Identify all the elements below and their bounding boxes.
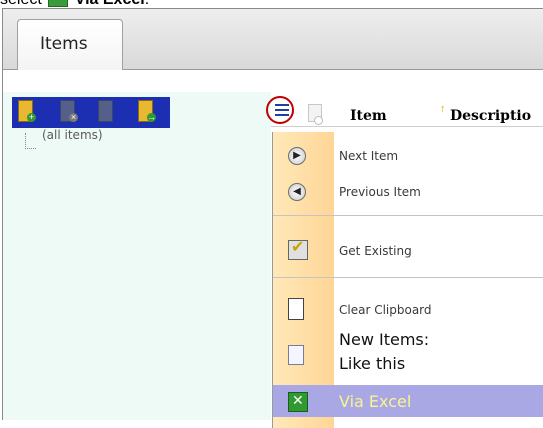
clipboard-icon	[288, 298, 304, 320]
menu-icon-bar	[275, 104, 289, 106]
menu-separator	[273, 215, 543, 216]
menu-item-clear-clipboard[interactable]: Clear Clipboard	[273, 295, 543, 327]
caption-prefix: select	[0, 0, 42, 8]
menu-item-previous[interactable]: ◀ Previous Item	[273, 176, 543, 208]
column-header-description[interactable]: Descriptio	[450, 108, 531, 124]
application-window: Items + × → (all items) Item ↑ Descripti…	[2, 8, 543, 428]
menu-button[interactable]	[266, 96, 294, 124]
delete-folder-icon[interactable]: ×	[58, 100, 78, 124]
tab-bar: Items	[3, 9, 543, 70]
menu-item-label: Clear Clipboard	[339, 303, 432, 317]
caption-bold-text: Via Excel	[75, 0, 145, 8]
menu-item-sublabel: Like this	[339, 354, 406, 373]
excel-icon	[48, 0, 69, 8]
menu-separator	[273, 277, 543, 278]
menu-item-label: New Items:	[339, 330, 430, 349]
context-menu: ▶ Next Item ◀ Previous Item ✔ Get Existi…	[272, 132, 543, 428]
menu-item-label: Next Item	[339, 149, 399, 163]
caption-suffix: .	[145, 0, 149, 8]
add-folder-icon[interactable]: +	[16, 100, 36, 124]
tab-label: Items	[40, 34, 88, 54]
next-icon: ▶	[288, 147, 306, 165]
menu-item-label: Previous Item	[339, 185, 421, 199]
menu-icon-bar	[275, 109, 289, 111]
tree-root-label[interactable]: (all items)	[42, 128, 103, 142]
sort-arrow-icon[interactable]: ↑	[440, 103, 446, 115]
menu-item-via-excel[interactable]: ✕ Via Excel	[273, 385, 543, 417]
tree-connector	[25, 133, 36, 149]
tree-toolbar: + × →	[12, 97, 170, 128]
excel-icon: ✕	[288, 392, 308, 412]
menu-item-next[interactable]: ▶ Next Item	[273, 140, 543, 172]
menu-icon-bar	[275, 114, 289, 116]
new-row-icon[interactable]	[308, 104, 323, 125]
menu-item-new-items[interactable]: New Items: Like this	[273, 330, 543, 380]
export-folder-icon[interactable]: →	[136, 100, 156, 124]
menu-item-label: Get Existing	[339, 244, 412, 258]
document-icon	[288, 345, 304, 365]
checkbox-icon: ✔	[288, 239, 308, 260]
menu-item-get-existing[interactable]: ✔ Get Existing	[273, 234, 543, 268]
menu-item-label: Via Excel	[339, 392, 412, 411]
previous-icon: ◀	[288, 183, 306, 201]
folder-icon[interactable]	[96, 100, 114, 124]
tab-items[interactable]: Items	[17, 19, 123, 70]
column-header-item[interactable]: Item	[350, 108, 387, 124]
